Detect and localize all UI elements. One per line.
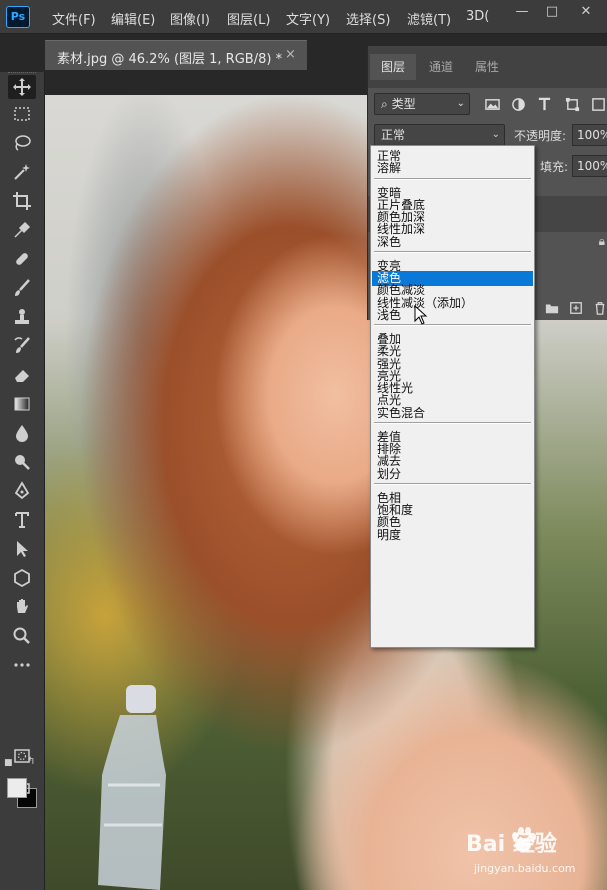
- layer-filter-row: ⌕ 类型 ⌄: [368, 90, 607, 118]
- document-tab[interactable]: 素材.jpg @ 46.2% (图层 1, RGB/8) * ×: [45, 40, 307, 70]
- menu-filter[interactable]: 滤镜(T): [407, 9, 451, 28]
- menu-edit[interactable]: 编辑(E): [111, 9, 155, 28]
- menu-3d[interactable]: 3D(: [466, 9, 489, 24]
- path-selection-tool-icon[interactable]: [8, 537, 36, 561]
- blend-mode-option[interactable]: 溶解: [372, 161, 533, 176]
- close-window-icon[interactable]: ✕: [571, 0, 601, 24]
- type-tool-icon[interactable]: [8, 508, 36, 532]
- delete-layer-icon[interactable]: [592, 300, 607, 316]
- shape-filter-icon[interactable]: [564, 96, 580, 112]
- tab-layers[interactable]: 图层: [370, 54, 416, 80]
- document-tab-label: 素材.jpg @ 46.2% (图层 1, RGB/8) *: [57, 52, 283, 67]
- lasso-tool-icon[interactable]: [8, 131, 36, 155]
- menu-image[interactable]: 图像(I): [170, 9, 210, 28]
- opacity-field[interactable]: 100%: [572, 124, 607, 146]
- baidu-watermark: Bai 经验 jingyan.baidu.com: [466, 826, 602, 882]
- mouse-cursor-icon: [414, 305, 428, 325]
- type-filter-icon[interactable]: [536, 96, 552, 112]
- document-tab-bar: 素材.jpg @ 46.2% (图层 1, RGB/8) * ×: [45, 34, 367, 72]
- new-layer-icon[interactable]: [568, 300, 584, 316]
- quick-mask-icon[interactable]: [8, 744, 36, 768]
- fill-field[interactable]: 100%: [572, 155, 607, 177]
- minimize-icon[interactable]: —: [507, 0, 537, 24]
- blend-mode-dropdown: 正常 溶解 变暗 正片叠底 颜色加深 线性加深 深色 变亮 滤色 颜色减淡 线性减淡（添加） 浅色 叠加…: [370, 145, 535, 648]
- fill-label: 填充:: [540, 160, 569, 174]
- water-bottle-shape: [98, 685, 166, 890]
- clone-stamp-tool-icon[interactable]: [8, 305, 36, 329]
- blend-mode-select[interactable]: 正常 ⌄: [374, 124, 505, 146]
- adjustment-filter-icon[interactable]: [510, 96, 526, 112]
- blend-mode-option[interactable]: 实色混合: [372, 406, 533, 421]
- blend-mode-value: 正常: [381, 128, 406, 142]
- panel-tab-bar: 图层 通道 属性: [368, 46, 607, 88]
- lock-icon: 🔒︎: [598, 234, 605, 248]
- tools-panel: ■ ↰: [0, 72, 45, 890]
- photoshop-logo: Ps: [6, 6, 30, 28]
- panel-bottom-toolbar: [540, 300, 607, 318]
- dropdown-separator: [374, 324, 531, 326]
- menu-select[interactable]: 选择(S): [346, 9, 390, 28]
- layer-filter-select[interactable]: ⌕ 类型 ⌄: [374, 93, 470, 115]
- watermark-url: jingyan.baidu.com: [474, 862, 576, 875]
- filter-type-label: 类型: [391, 97, 416, 111]
- chevron-down-icon: ⌄: [456, 98, 465, 109]
- shape-tool-icon[interactable]: [8, 566, 36, 590]
- dropdown-separator: [374, 177, 531, 180]
- hand-tool-icon[interactable]: [8, 595, 36, 619]
- move-tool-icon[interactable]: [8, 75, 36, 99]
- restore-icon[interactable]: □: [537, 0, 567, 24]
- menu-type[interactable]: 文字(Y): [286, 9, 330, 28]
- dropdown-separator: [374, 421, 531, 424]
- eyedropper-tool-icon[interactable]: [8, 218, 36, 242]
- window-controls: — □ ✕: [507, 0, 607, 24]
- search-icon: ⌕: [381, 97, 388, 111]
- healing-brush-tool-icon[interactable]: [8, 247, 36, 271]
- chevron-down-icon: ⌄: [491, 129, 500, 140]
- magic-wand-tool-icon[interactable]: [8, 160, 36, 184]
- blend-mode-option[interactable]: 浅色: [372, 308, 533, 323]
- smart-object-filter-icon[interactable]: [590, 96, 606, 112]
- foreground-color-swatch[interactable]: [7, 778, 27, 798]
- marquee-tool-icon[interactable]: [8, 102, 36, 126]
- dropdown-separator: [374, 482, 531, 485]
- new-group-icon[interactable]: [544, 300, 560, 316]
- menu-file[interactable]: 文件(F): [52, 9, 96, 28]
- tab-channels[interactable]: 通道: [418, 54, 464, 80]
- menu-layer[interactable]: 图层(L): [227, 9, 270, 28]
- dodge-tool-icon[interactable]: [8, 450, 36, 474]
- eraser-tool-icon[interactable]: [8, 363, 36, 387]
- tab-properties[interactable]: 属性: [464, 54, 510, 80]
- brush-tool-icon[interactable]: [8, 276, 36, 300]
- blend-mode-option[interactable]: 划分: [372, 467, 533, 482]
- history-brush-tool-icon[interactable]: [8, 334, 36, 358]
- zoom-tool-icon[interactable]: [8, 624, 36, 648]
- blend-mode-option[interactable]: 深色: [372, 235, 533, 250]
- more-tools-icon[interactable]: [8, 653, 36, 677]
- blur-tool-icon[interactable]: [8, 421, 36, 445]
- crop-tool-icon[interactable]: [8, 189, 36, 213]
- menu-bar: Ps 文件(F) 编辑(E) 图像(I) 图层(L) 文字(Y) 选择(S) 滤…: [0, 0, 607, 34]
- pen-tool-icon[interactable]: [8, 479, 36, 503]
- baidu-paw-icon: [512, 827, 536, 852]
- image-filter-icon[interactable]: [484, 96, 500, 112]
- close-tab-icon[interactable]: ×: [285, 47, 296, 62]
- gradient-tool-icon[interactable]: [8, 392, 36, 416]
- blend-mode-option[interactable]: 明度: [372, 528, 533, 543]
- dropdown-separator: [374, 250, 531, 253]
- opacity-label: 不透明度:: [514, 129, 567, 143]
